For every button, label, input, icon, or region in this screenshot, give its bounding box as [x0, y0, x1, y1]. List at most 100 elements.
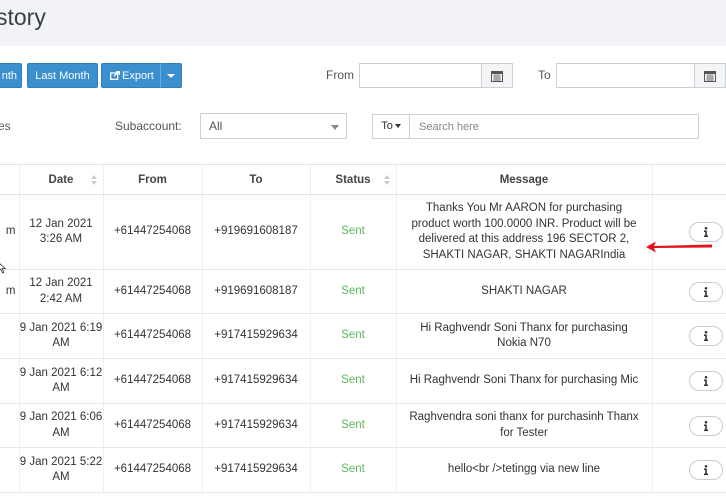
row-status: Sent [310, 313, 397, 359]
column-header-to: To [202, 164, 311, 195]
table-row: 9 Jan 2021 6:12 AM +61447254068 +9174159… [0, 358, 726, 404]
info-button[interactable] [689, 326, 723, 346]
info-button[interactable] [689, 222, 723, 242]
row-date: 9 Jan 2021 5:22 AM [19, 447, 104, 493]
row-to: +917415929634 [202, 447, 311, 493]
from-calendar-button[interactable] [482, 63, 513, 88]
to-date-input[interactable] [556, 63, 695, 88]
row-from: +61447254068 [103, 358, 203, 404]
info-button[interactable] [689, 415, 723, 436]
column-header-status-label: Status [335, 173, 371, 186]
table-row: m 12 Jan 2021 2:42 AM +61447254068 +9196… [0, 269, 726, 314]
to-calendar-button[interactable] [695, 63, 726, 88]
row-first-cell: m [0, 194, 20, 270]
table-row: 9 Jan 2021 5:22 AM +61447254068 +9174159… [0, 447, 726, 493]
direction-dropdown-button[interactable]: To [372, 114, 410, 139]
info-button[interactable] [689, 371, 723, 391]
from-label: From [326, 68, 354, 82]
history-table: Date From To Status Message m 12 Jan 202… [0, 164, 726, 493]
row-actions [652, 403, 726, 448]
row-message: Hi Raghvendr Soni Thanx for purchasing M… [396, 358, 653, 404]
info-icon [704, 227, 708, 237]
row-status: Sent [310, 358, 397, 404]
subaccount-select[interactable]: All [200, 113, 347, 139]
row-to: +919691608187 [202, 194, 311, 270]
info-icon [704, 331, 708, 341]
row-from: +61447254068 [103, 269, 203, 314]
row-from: +61447254068 [103, 313, 203, 359]
calendar-icon [491, 70, 503, 82]
row-first-cell: m [0, 269, 20, 314]
row-from: +61447254068 [103, 447, 203, 493]
share-square-icon [110, 71, 120, 80]
export-dropdown-toggle[interactable] [160, 63, 182, 88]
info-icon [704, 465, 708, 475]
caret-down-icon [394, 124, 401, 129]
row-to: +917415929634 [202, 403, 311, 448]
row-message: Thanks You Mr AARON for purchasing produ… [396, 194, 653, 270]
table-row: 9 Jan 2021 6:19 AM +61447254068 +9174159… [0, 313, 726, 359]
row-actions [652, 447, 726, 493]
row-message: Hi Raghvendr Soni Thanx for purchasing N… [396, 313, 653, 359]
row-first-cell [0, 313, 20, 359]
row-first-cell [0, 403, 20, 448]
chevron-down-icon [331, 125, 339, 130]
export-button[interactable]: Export [101, 63, 161, 88]
info-icon [704, 420, 708, 431]
table-row: 9 Jan 2021 6:06 AM +61447254068 +9174159… [0, 403, 726, 448]
to-label: To [538, 68, 551, 82]
column-header-date[interactable]: Date [19, 164, 104, 195]
column-header-message: Message [396, 164, 653, 195]
row-first-cell [0, 358, 20, 404]
row-date: 9 Jan 2021 6:06 AM [19, 403, 104, 448]
subaccount-value: All [209, 119, 223, 133]
search-input[interactable] [410, 114, 699, 139]
row-message: hello<br />tetingg via new line [396, 447, 653, 493]
annotation-arrow-icon [646, 241, 712, 253]
column-header-status[interactable]: Status [310, 164, 397, 195]
row-first-cell [0, 447, 20, 493]
calendar-icon [704, 70, 716, 82]
row-date: 9 Jan 2021 6:12 AM [19, 358, 104, 404]
from-date-input[interactable] [359, 63, 482, 88]
row-actions [652, 313, 726, 359]
page-title: story [0, 4, 46, 30]
row-message: SHAKTI NAGAR [396, 269, 653, 314]
row-actions [652, 269, 726, 314]
column-header-from: From [103, 164, 203, 195]
column-header-date-label: Date [48, 173, 74, 186]
filter-left-label: es [0, 119, 11, 133]
table-row: m 12 Jan 2021 3:26 AM +61447254068 +9196… [0, 194, 726, 270]
this-month-button[interactable]: nth [0, 63, 22, 88]
caret-down-icon [167, 74, 175, 79]
subaccount-label: Subaccount: [115, 119, 182, 133]
direction-value: To [381, 120, 393, 132]
column-header-first [0, 164, 20, 195]
info-button[interactable] [689, 460, 723, 480]
row-actions [652, 358, 726, 404]
row-date: 9 Jan 2021 6:19 AM [19, 313, 104, 359]
table-header-row: Date From To Status Message [0, 164, 726, 195]
row-date: 12 Jan 2021 3:26 AM [19, 194, 104, 270]
row-status: Sent [310, 269, 397, 314]
row-to: +919691608187 [202, 269, 311, 314]
row-from: +61447254068 [103, 403, 203, 448]
row-to: +917415929634 [202, 358, 311, 404]
row-message: Raghvendra soni thanx for purchasinh Tha… [396, 403, 653, 448]
row-status: Sent [310, 447, 397, 493]
row-status: Sent [310, 194, 397, 270]
row-actions [652, 194, 726, 270]
export-label: Export [122, 70, 154, 82]
sort-icon [383, 175, 390, 185]
info-button[interactable] [689, 281, 723, 302]
sort-icon [90, 175, 97, 185]
row-date: 12 Jan 2021 2:42 AM [19, 269, 104, 314]
mouse-cursor-icon [0, 263, 6, 274]
last-month-button[interactable]: Last Month [27, 63, 98, 88]
info-icon [704, 376, 708, 386]
row-to: +917415929634 [202, 313, 311, 359]
row-status: Sent [310, 403, 397, 448]
info-icon [704, 286, 708, 297]
row-from: +61447254068 [103, 194, 203, 270]
column-header-actions [652, 164, 726, 195]
